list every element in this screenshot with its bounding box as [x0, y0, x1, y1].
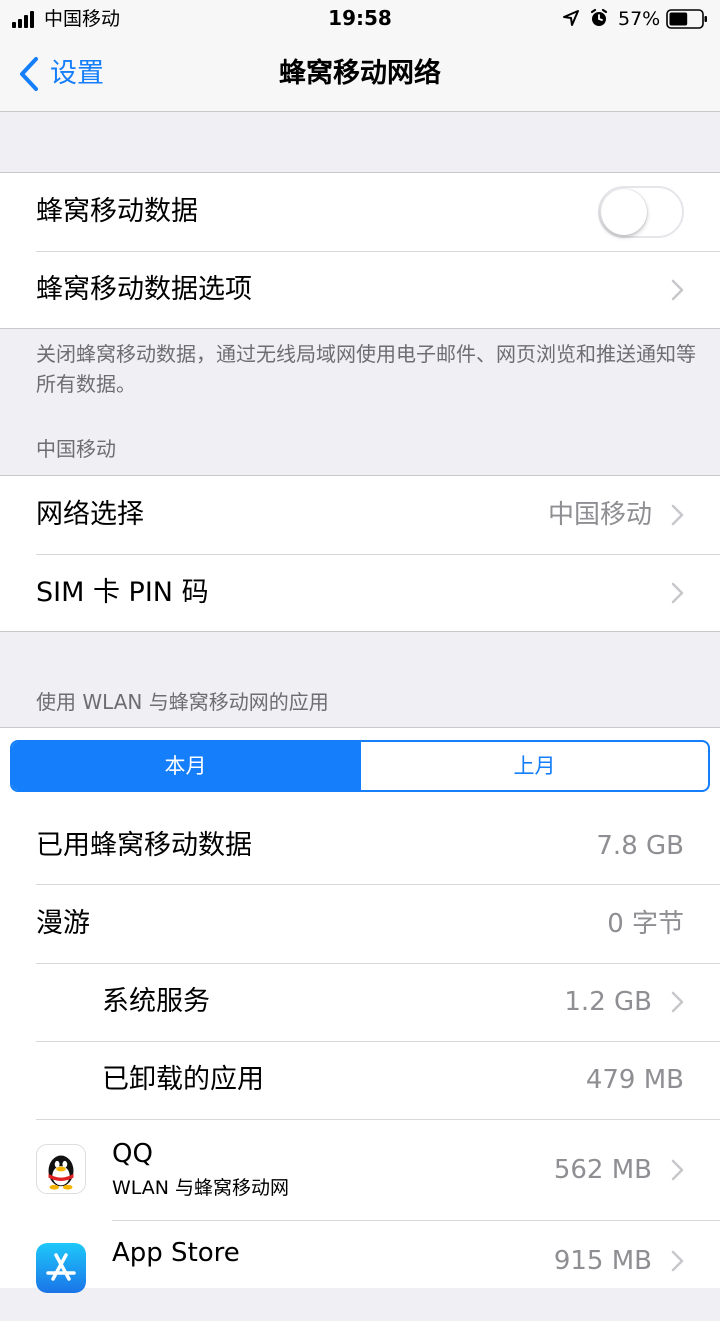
usage-group: 已用蜂窝移动数据 7.8 GB 漫游 0 字节 系统服务 1.2 GB 已卸载的…	[0, 727, 720, 1293]
battery-percent: 57%	[618, 8, 661, 30]
cellular-data-options-label: 蜂窝移动数据选项	[36, 274, 252, 305]
chevron-right-icon	[671, 279, 684, 301]
qq-penguin-icon	[36, 1144, 86, 1194]
used-cellular-data-row: 已用蜂窝移动数据 7.8 GB	[0, 807, 720, 885]
cellular-footnote: 关闭蜂窝移动数据，通过无线局域网使用电子邮件、网页浏览和推送通知等所有数据。	[36, 342, 696, 396]
status-time: 19:58	[328, 6, 392, 30]
carrier-section-header: 中国移动	[36, 437, 116, 461]
period-segmented-control: 本月 上月	[10, 740, 710, 792]
page-title: 蜂窝移动网络	[279, 58, 441, 89]
app-subtitle: WLAN 与蜂窝移动网	[112, 1177, 290, 1199]
chevron-right-icon	[671, 504, 684, 526]
battery-icon	[666, 9, 707, 29]
segment-last-month[interactable]: 上月	[359, 742, 708, 790]
roaming-row: 漫游 0 字节	[0, 885, 720, 963]
chevron-right-icon	[671, 991, 684, 1013]
network-selection-label: 网络选择	[36, 499, 144, 530]
uninstalled-apps-row: 已卸载的应用 479 MB	[0, 1041, 720, 1119]
usage-row-label: 系统服务	[102, 986, 210, 1017]
location-arrow-icon	[563, 10, 579, 26]
usage-row-value: 0 字节	[607, 909, 684, 939]
usage-row-label: 已卸载的应用	[102, 1064, 264, 1095]
network-selection-row[interactable]: 网络选择 中国移动	[0, 476, 720, 554]
chevron-right-icon	[671, 1159, 684, 1181]
chevron-right-icon	[671, 1250, 684, 1272]
cellular-data-options-row[interactable]: 蜂窝移动数据选项	[0, 251, 720, 329]
carrier-group: 网络选择 中国移动 SIM 卡 PIN 码	[0, 475, 720, 632]
cellular-data-row: 蜂窝移动数据	[0, 173, 720, 251]
chevron-right-icon	[671, 582, 684, 604]
cellular-data-label: 蜂窝移动数据	[36, 196, 198, 227]
app-store-icon	[36, 1243, 86, 1293]
cellular-data-group: 蜂窝移动数据 蜂窝移动数据选项	[0, 172, 720, 329]
system-services-row[interactable]: 系统服务 1.2 GB	[0, 963, 720, 1041]
usage-row-label: 漫游	[36, 908, 90, 939]
app-name: QQ	[112, 1139, 153, 1169]
sim-pin-row[interactable]: SIM 卡 PIN 码	[0, 554, 720, 632]
cellular-data-toggle[interactable]	[598, 186, 684, 238]
app-row-app-store[interactable]: App Store 915 MB	[0, 1221, 720, 1321]
usage-row-value: 479 MB	[585, 1065, 684, 1095]
sim-pin-label: SIM 卡 PIN 码	[36, 577, 209, 608]
app-row-qq[interactable]: QQ WLAN 与蜂窝移动网 562 MB	[0, 1120, 720, 1220]
alarm-clock-icon	[590, 8, 608, 26]
usage-section-header: 使用 WLAN 与蜂窝移动网的应用	[36, 690, 329, 714]
app-usage-value: 915 MB	[553, 1246, 652, 1276]
usage-row-value: 1.2 GB	[564, 987, 652, 1017]
app-name: App Store	[112, 1238, 240, 1268]
usage-row-label: 已用蜂窝移动数据	[36, 830, 252, 861]
toggle-knob	[601, 189, 647, 235]
app-usage-value: 562 MB	[553, 1155, 652, 1185]
segment-this-month[interactable]: 本月	[12, 742, 359, 790]
network-selection-value: 中国移动	[547, 500, 652, 530]
usage-row-value: 7.8 GB	[596, 831, 684, 861]
